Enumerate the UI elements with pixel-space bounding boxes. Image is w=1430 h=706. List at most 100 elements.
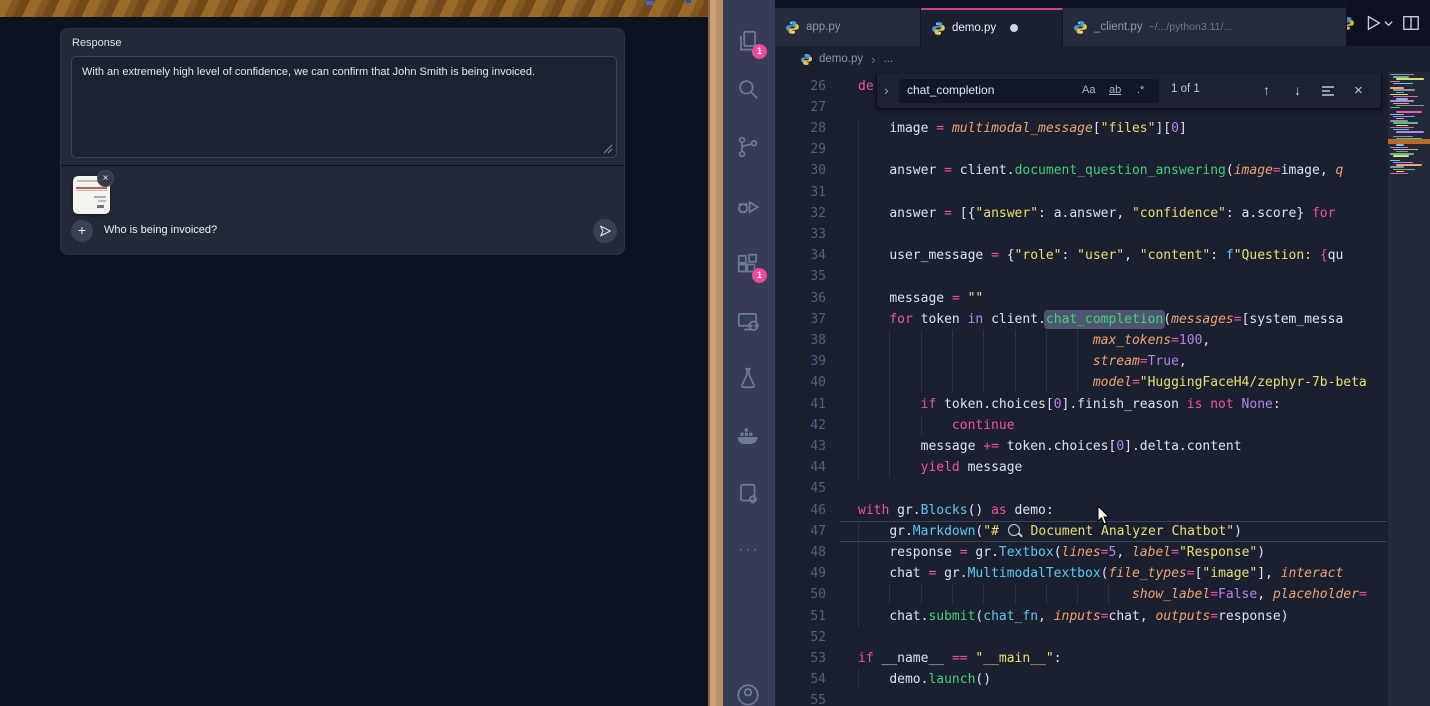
minimap-line: [1390, 120, 1408, 121]
line-number: 55: [775, 690, 826, 706]
breadcrumb-file[interactable]: demo.py: [819, 53, 863, 65]
code-line[interactable]: 35: [775, 266, 1387, 287]
tab-client-py[interactable]: _client.py ~/.../python3.11/...: [1063, 8, 1347, 46]
code-line[interactable]: 34 user_message = {"role": "user", "cont…: [775, 245, 1387, 266]
code-line[interactable]: 51 chat.submit(chat_fn, inputs=chat, out…: [775, 606, 1387, 627]
paper-plane-icon: [599, 224, 612, 238]
find-in-selection-icon[interactable]: [1321, 84, 1335, 100]
line-number: 33: [775, 224, 826, 245]
chat-input[interactable]: Who is being invoiced?: [104, 224, 217, 236]
line-number: 27: [775, 97, 826, 118]
breadcrumb[interactable]: demo.py › ...: [775, 46, 1430, 72]
minimap-line: [1393, 162, 1413, 163]
line-number: 30: [775, 160, 826, 181]
code-line[interactable]: 29: [775, 139, 1387, 160]
extensions-icon[interactable]: 1: [735, 252, 763, 280]
remote-explorer-icon[interactable]: [735, 309, 763, 337]
code-line[interactable]: 39 stream=True,: [775, 351, 1387, 372]
add-attachment-button[interactable]: +: [71, 220, 93, 242]
code-line[interactable]: 30 answer = client.document_question_ans…: [775, 160, 1387, 181]
code-editor[interactable]: 26de2728 image = multimodal_message["fil…: [775, 72, 1387, 706]
explorer-icon[interactable]: 1: [735, 28, 763, 56]
code-runner-icon[interactable]: [735, 481, 763, 509]
response-textbox[interactable]: With an extremely high level of confiden…: [71, 56, 617, 158]
plus-icon: +: [78, 222, 86, 238]
minimap-line: [1396, 151, 1408, 152]
code-line[interactable]: 48 response = gr.Textbox(lines=5, label=…: [775, 542, 1387, 563]
minimap-line: [1393, 122, 1418, 123]
code-line[interactable]: 28 image = multimodal_message["files"][0…: [775, 118, 1387, 139]
send-button[interactable]: [593, 219, 617, 243]
breadcrumb-separator: ›: [871, 52, 875, 67]
tab-app-py[interactable]: app.py: [775, 8, 921, 46]
run-debug-icon[interactable]: [735, 192, 763, 220]
remove-attachment-button[interactable]: ×: [97, 170, 114, 187]
line-number: 47: [775, 521, 826, 542]
minimap-line: [1390, 114, 1404, 115]
more-actions-icon[interactable]: ···: [735, 540, 763, 568]
minimap-line: [1390, 107, 1400, 108]
find-previous-button[interactable]: ↑: [1263, 82, 1270, 98]
code-line[interactable]: 47 gr.Markdown("# Document Analyzer Chat…: [775, 521, 1387, 542]
line-number: 46: [775, 500, 826, 521]
python-icon-partial: [1347, 16, 1355, 31]
line-number: 32: [775, 203, 826, 224]
code-line[interactable]: 52: [775, 627, 1387, 648]
code-line[interactable]: 36 message = "": [775, 288, 1387, 309]
tab-label: demo.py: [952, 22, 996, 34]
extensions-badge: 1: [752, 268, 767, 283]
code-line[interactable]: 49 chat = gr.MultimodalTextbox(file_type…: [775, 563, 1387, 584]
match-case-icon[interactable]: Aa: [1082, 84, 1095, 96]
source-control-icon[interactable]: [735, 134, 763, 162]
find-input[interactable]: chat_completion Aa ab .*: [899, 79, 1159, 103]
resize-handle-icon[interactable]: [603, 144, 613, 154]
minimap-line: [1393, 169, 1415, 170]
minimap-line: [1396, 98, 1408, 99]
find-expand-icon[interactable]: ›: [884, 82, 889, 98]
code-line[interactable]: 42 continue: [775, 415, 1387, 436]
run-button[interactable]: [1363, 13, 1394, 33]
code-line[interactable]: 44 yield message: [775, 457, 1387, 478]
code-line[interactable]: 50 show_label=False, placeholder=: [775, 584, 1387, 605]
account-icon[interactable]: [735, 682, 763, 706]
code-area: 26de2728 image = multimodal_message["fil…: [775, 72, 1430, 706]
find-widget: › chat_completion Aa ab .* 1 of 1 ↑ ↓ ×: [876, 74, 1382, 109]
close-icon: ×: [103, 173, 109, 184]
minimap-line: [1393, 136, 1413, 137]
python-icon: [800, 53, 813, 66]
code-line[interactable]: 31: [775, 182, 1387, 203]
minimap-line: [1396, 118, 1404, 119]
code-line[interactable]: 54 demo.launch(): [775, 669, 1387, 690]
code-line[interactable]: 41 if token.choices[0].finish_reason is …: [775, 394, 1387, 415]
code-line[interactable]: 45: [775, 478, 1387, 499]
minimap-line: [1390, 160, 1400, 161]
minimap-line: [1393, 103, 1409, 104]
code-line[interactable]: 32 answer = [{"answer": a.answer, "confi…: [775, 203, 1387, 224]
line-number: 54: [775, 669, 826, 690]
code-line[interactable]: 46with gr.Blocks() as demo:: [775, 500, 1387, 521]
testing-beaker-icon[interactable]: [735, 365, 763, 393]
search-icon[interactable]: [735, 76, 763, 104]
code-line[interactable]: 55: [775, 690, 1387, 706]
code-line[interactable]: 38 max_tokens=100,: [775, 330, 1387, 351]
screenshot-root: Response With an extremely high level of…: [0, 0, 1430, 706]
whole-word-icon[interactable]: ab: [1109, 84, 1121, 96]
code-line[interactable]: 43 message += token.choices[0].delta.con…: [775, 436, 1387, 457]
find-close-button[interactable]: ×: [1354, 82, 1363, 99]
line-number: 45: [775, 478, 826, 499]
indent-guide: [858, 182, 859, 203]
code-line[interactable]: 37 for token in client.chat_completion(m…: [775, 309, 1387, 330]
minimap[interactable]: [1388, 72, 1430, 706]
find-next-button[interactable]: ↓: [1294, 82, 1301, 98]
split-editor-button[interactable]: [1402, 14, 1420, 32]
breadcrumb-more[interactable]: ...: [883, 53, 893, 65]
regex-icon[interactable]: .*: [1137, 84, 1144, 96]
find-query: chat_completion: [907, 83, 994, 97]
code-line[interactable]: 53if __name__ == "__main__":: [775, 648, 1387, 669]
tab-demo-py[interactable]: demo.py: [921, 8, 1063, 46]
code-line[interactable]: 33: [775, 224, 1387, 245]
line-number: 38: [775, 330, 826, 351]
code-line[interactable]: 40 model="HuggingFaceH4/zephyr-7b-beta: [775, 372, 1387, 393]
modified-dot-icon[interactable]: [1010, 24, 1018, 32]
docker-icon[interactable]: [735, 424, 763, 452]
